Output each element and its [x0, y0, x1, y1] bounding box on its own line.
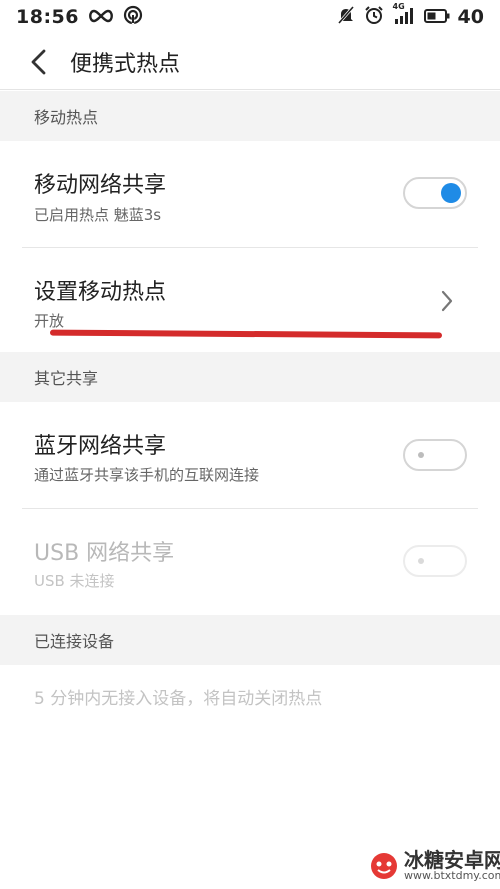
section-label: 其它共享 — [34, 369, 99, 388]
alarm-clock-icon — [364, 5, 384, 30]
section-header-connected-devices: 已连接设备 — [0, 615, 500, 665]
app-header: 便携式热点 — [0, 34, 500, 90]
row-title: 移动网络共享 — [34, 173, 167, 198]
row-subtitle: 已启用热点 魅蓝3s — [34, 206, 162, 224]
section-label: 移动热点 — [34, 108, 99, 127]
row-subtitle: 开放 — [34, 312, 65, 330]
status-time: 18:56 — [16, 6, 79, 28]
row-bluetooth-sharing[interactable]: 蓝牙网络共享 通过蓝牙共享该手机的互联网连接 — [0, 402, 500, 508]
row-title: 设置移动热点 — [34, 280, 167, 305]
watermark-logo-icon — [371, 853, 397, 879]
row-usb-sharing: USB 网络共享 USB 未连接 — [0, 509, 500, 615]
infinity-icon — [87, 6, 115, 28]
back-button[interactable] — [8, 34, 68, 90]
row-title: 蓝牙网络共享 — [34, 434, 167, 459]
row-subtitle: USB 未连接 — [34, 572, 115, 590]
watermark: 冰糖安卓网 www.btxtdmy.com — [370, 850, 500, 882]
chevron-left-icon — [31, 49, 46, 74]
status-bar: 18:56 4G 40 — [0, 0, 500, 34]
toggle-knob — [418, 558, 424, 564]
section-header-mobile-hotspot: 移动热点 — [0, 91, 500, 141]
row-subtitle: 通过蓝牙共享该手机的互联网连接 — [34, 466, 260, 484]
mute-bell-icon — [336, 5, 356, 30]
battery-level: 40 — [457, 6, 484, 28]
network-type-label: 4G — [392, 1, 405, 11]
section-header-other-sharing: 其它共享 — [0, 352, 500, 402]
watermark-url: www.btxtdmy.com — [404, 869, 500, 882]
chevron-right-icon — [441, 290, 453, 312]
battery-icon — [423, 6, 450, 28]
bluetooth-sharing-toggle[interactable] — [403, 439, 467, 471]
section-label: 已连接设备 — [34, 632, 115, 651]
toggle-knob — [441, 183, 461, 203]
watermark-title: 冰糖安卓网 — [404, 848, 500, 872]
page-title: 便携式热点 — [70, 51, 181, 77]
mobile-network-sharing-toggle[interactable] — [403, 177, 467, 209]
signal-4g-icon: 4G — [392, 1, 416, 30]
row-mobile-network-sharing[interactable]: 移动网络共享 已启用热点 魅蓝3s — [0, 141, 500, 247]
row-title: USB 网络共享 — [34, 541, 175, 566]
usb-sharing-toggle — [403, 545, 467, 577]
toggle-knob — [418, 452, 424, 458]
connected-devices-note: 5 分钟内无接入设备，将自动关闭热点 — [34, 689, 323, 709]
hotspot-icon — [123, 5, 143, 30]
